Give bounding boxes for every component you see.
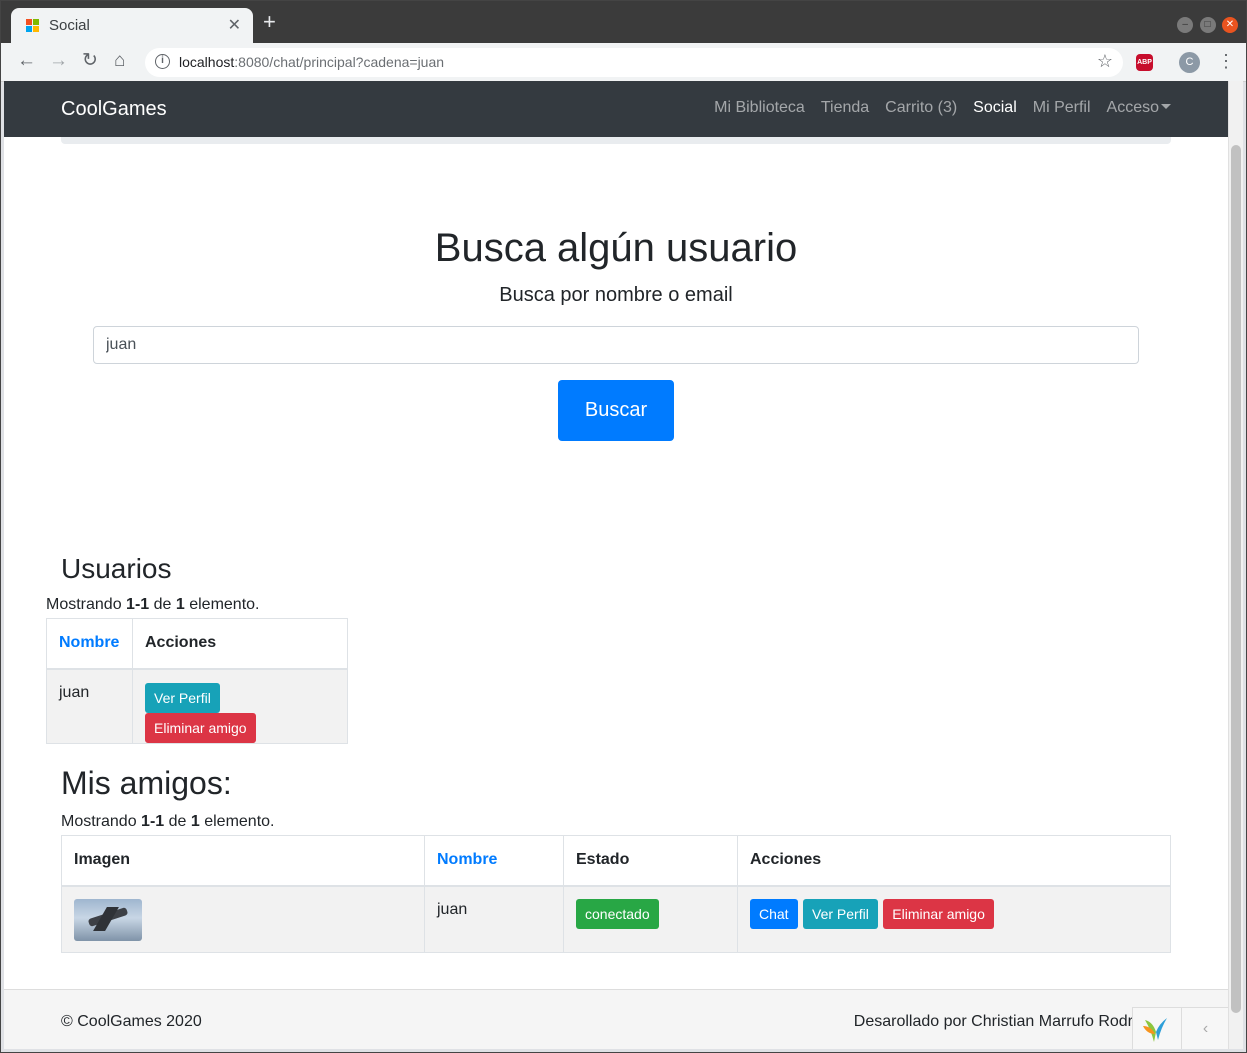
cell-acciones: Chat Ver Perfil Eliminar amigo (737, 885, 1171, 953)
caret-down-icon (1161, 104, 1171, 109)
amigos-summary-mid: de (164, 813, 191, 830)
amigos-heading: Mis amigos: (61, 765, 232, 801)
header-nombre-sort-link[interactable]: Nombre (424, 835, 564, 887)
bookmark-star-icon[interactable]: ☆ (1097, 51, 1113, 72)
nav-acceso-label: Acceso (1106, 99, 1159, 116)
tab-close-icon[interactable]: ✕ (228, 15, 241, 35)
usuarios-summary-prefix: Mostrando (46, 596, 127, 613)
nav-tienda[interactable]: Tienda (821, 99, 869, 117)
cell-imagen (61, 885, 425, 953)
search-button[interactable]: Buscar (558, 380, 674, 441)
header-nombre-sort-link[interactable]: Nombre (46, 618, 133, 670)
header-estado: Estado (563, 835, 738, 887)
nav-social[interactable]: Social (973, 99, 1017, 117)
usuarios-summary-total: 1 (175, 596, 185, 613)
nav-mi-perfil[interactable]: Mi Perfil (1033, 99, 1091, 117)
nav-mi-biblioteca[interactable]: Mi Biblioteca (714, 99, 805, 117)
table-row: juan conectado Chat Ver Perfil Eliminar … (61, 885, 1171, 953)
amigos-summary-suffix: elemento. (199, 813, 275, 830)
footer-credit: Desarollado por Christian Marrufo Rodr (853, 1013, 1133, 1030)
usuarios-summary-mid: de (149, 596, 176, 613)
breadcrumb (61, 137, 1171, 144)
maximize-button[interactable]: □ (1199, 17, 1216, 33)
usuarios-table: Nombre Acciones juan Ver Perfil Eliminar… (46, 618, 348, 744)
ver-perfil-button[interactable]: Ver Perfil (145, 682, 220, 713)
page-scrollbar[interactable] (1228, 81, 1243, 1049)
address-bar[interactable]: i localhost:8080/chat/principal?cadena=j… (145, 48, 1123, 77)
amigos-summary: Mostrando 1-1 de 1 elemento. (61, 813, 274, 831)
yii-logo-icon[interactable] (1141, 1014, 1171, 1044)
browser-menu-icon[interactable]: ⋮ (1217, 51, 1235, 72)
amigos-summary-total: 1 (190, 813, 200, 830)
usuarios-summary-range: 1-1 (126, 596, 150, 613)
page-viewport: CoolGames Mi Biblioteca Tienda Carrito (… (4, 81, 1228, 1049)
adblock-icon[interactable]: ABP (1136, 54, 1153, 71)
cell-nombre: juan (424, 885, 564, 953)
status-badge: conectado (576, 898, 659, 929)
yii-debug-toolbar: ‹ (1132, 1007, 1228, 1049)
search-title: Busca algún usuario (434, 226, 798, 270)
url-path: :8080/chat/principal?cadena=juan (234, 54, 445, 70)
minimize-button[interactable]: – (1177, 17, 1194, 33)
table-row: juan Ver Perfil Eliminar amigo (46, 668, 348, 744)
cell-acciones: Ver Perfil Eliminar amigo (132, 668, 348, 744)
browser-toolbar: ← → ↻ ⌂ i localhost:8080/chat/principal?… (1, 43, 1246, 82)
new-tab-button[interactable]: + (263, 11, 276, 33)
reload-icon[interactable]: ↻ (82, 51, 98, 71)
tab-strip: Social ✕ + – □ ✕ (1, 1, 1246, 43)
url-text[interactable]: localhost:8080/chat/principal?cadena=jua… (179, 54, 444, 70)
amigos-summary-range: 1-1 (141, 813, 165, 830)
usuarios-summary-suffix: elemento. (184, 596, 260, 613)
yii-favicon-icon (26, 19, 40, 33)
profile-avatar[interactable]: C (1179, 52, 1200, 73)
page-footer: © CoolGames 2020 Desarollado por Christi… (4, 989, 1228, 1049)
amigos-summary-prefix: Mostrando (61, 813, 142, 830)
nav-carrito[interactable]: Carrito (3) (885, 99, 957, 117)
search-subtitle: Busca por nombre o email (499, 284, 733, 306)
site-navbar: CoolGames Mi Biblioteca Tienda Carrito (… (4, 81, 1228, 137)
cell-nombre: juan (46, 668, 133, 744)
close-window-button[interactable]: ✕ (1222, 17, 1238, 33)
amigos-table: Imagen Nombre Estado Acciones juan conec… (61, 835, 1171, 953)
back-arrow-icon[interactable]: ← (17, 51, 36, 71)
header-imagen: Imagen (61, 835, 425, 887)
debug-toolbar-toggle[interactable]: ‹ (1181, 1008, 1228, 1049)
eliminar-amigo-button[interactable]: Eliminar amigo (883, 898, 994, 929)
url-host: localhost (179, 54, 235, 70)
browser-tab[interactable]: Social ✕ (11, 8, 253, 43)
usuarios-heading: Usuarios (61, 553, 172, 584)
chat-button[interactable]: Chat (750, 898, 798, 929)
scrollbar-thumb[interactable] (1231, 145, 1241, 1013)
header-acciones: Acciones (737, 835, 1171, 887)
search-input[interactable] (93, 326, 1139, 364)
header-acciones: Acciones (132, 618, 348, 670)
footer-copyright: © CoolGames 2020 (61, 1013, 202, 1030)
site-info-icon[interactable]: i (155, 54, 170, 69)
nav-acceso-dropdown[interactable]: Acceso (1107, 99, 1171, 117)
usuarios-summary: Mostrando 1-1 de 1 elemento. (46, 596, 259, 614)
eliminar-amigo-button[interactable]: Eliminar amigo (145, 712, 256, 743)
ver-perfil-button[interactable]: Ver Perfil (803, 898, 878, 929)
usuarios-header-row: Nombre Acciones (46, 618, 348, 670)
nav-links: Mi Biblioteca Tienda Carrito (3) Social … (698, 99, 1171, 117)
cell-estado: conectado (563, 885, 738, 953)
brand-logo-link[interactable]: CoolGames (61, 98, 167, 121)
window-controls: – □ ✕ (1175, 14, 1238, 33)
tab-title: Social (49, 17, 90, 34)
friend-avatar-image[interactable] (74, 898, 142, 941)
amigos-header-row: Imagen Nombre Estado Acciones (61, 835, 1171, 887)
home-icon[interactable]: ⌂ (114, 51, 125, 71)
forward-arrow-icon[interactable]: → (49, 51, 68, 71)
